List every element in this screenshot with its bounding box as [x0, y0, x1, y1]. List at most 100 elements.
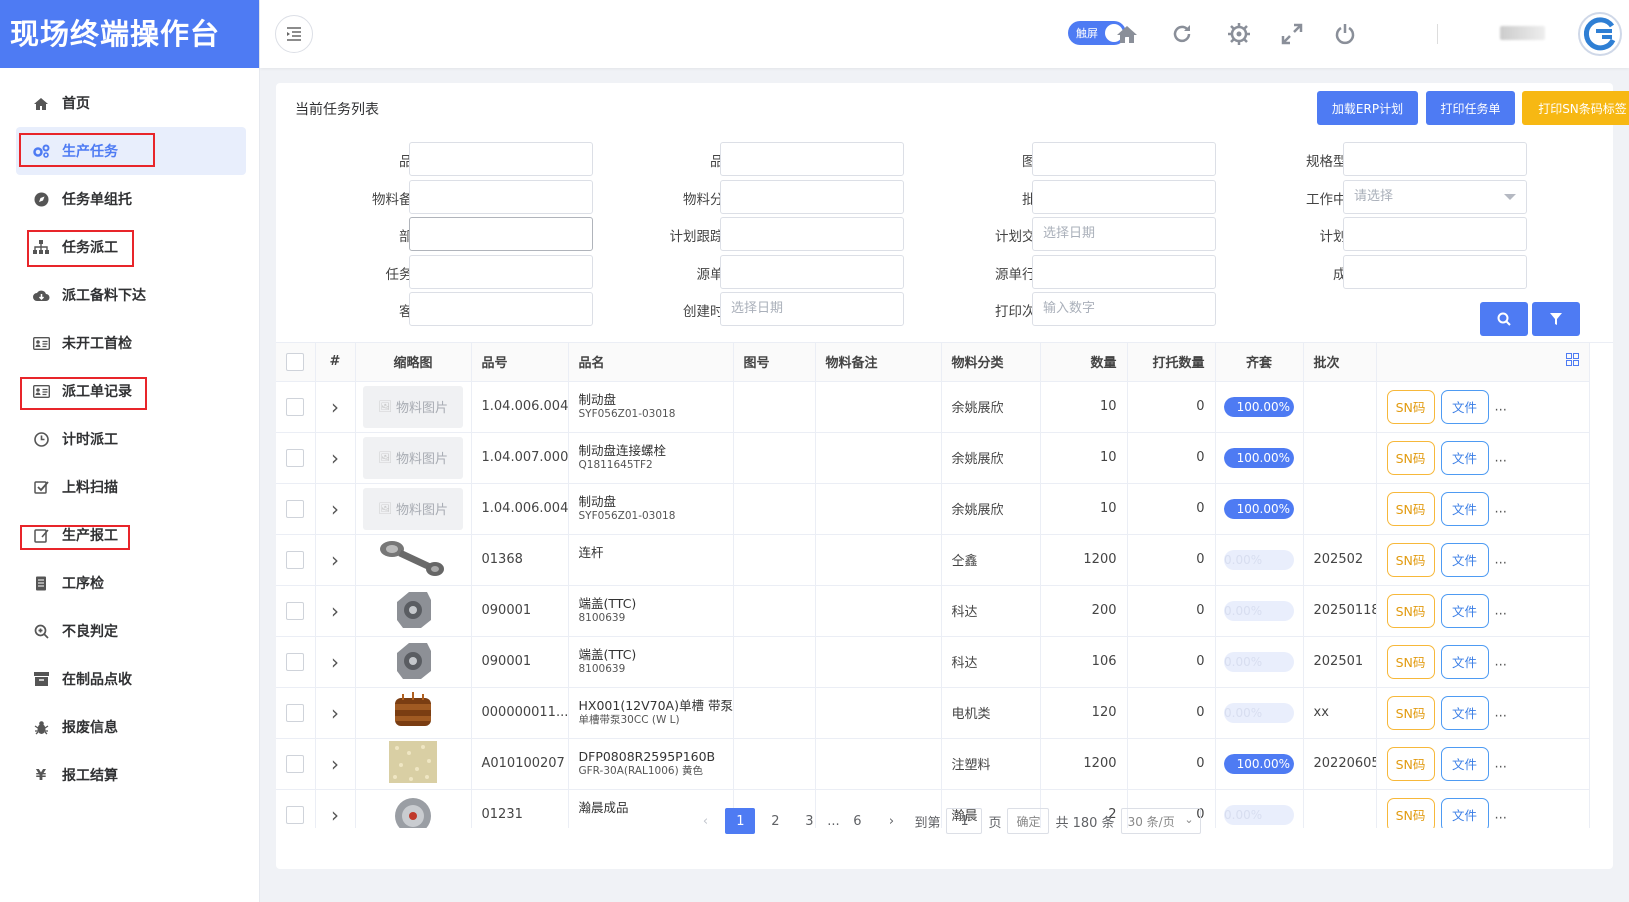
collapse-menu-button[interactable] — [275, 15, 313, 53]
work-center-select[interactable]: 请选择 — [1343, 180, 1527, 214]
plan-delivery-input[interactable]: 选择日期 — [1032, 217, 1216, 251]
sidebar-item[interactable]: ¥ 报工结算 — [16, 751, 246, 799]
file-button[interactable]: 文件 — [1440, 695, 1489, 730]
sn-code-button[interactable]: SN码 — [1386, 542, 1435, 577]
table-row[interactable]: › 090001 端盖(TTC) 8100639 科达 200 0 0.00% 20250118… — [276, 585, 1590, 637]
filter-button[interactable] — [1532, 302, 1580, 336]
more-actions[interactable]: ... — [1495, 705, 1507, 720]
table-row[interactable]: › 090001 端盖(TTC) 8100639 科达 106 0 0.00% 202501 SN… — [276, 636, 1590, 688]
row-checkbox[interactable] — [286, 601, 305, 620]
refresh-icon[interactable] — [1168, 20, 1196, 48]
file-button[interactable]: 文件 — [1440, 593, 1489, 628]
row-checkbox[interactable] — [286, 652, 305, 671]
material-class-input[interactable] — [720, 180, 904, 214]
print-sn-label-button[interactable]: 打印SN条码标签 — [1522, 91, 1629, 125]
chevron-right-icon[interactable]: › — [331, 446, 339, 470]
sidebar-item[interactable]: 派工备料下达 — [16, 271, 246, 319]
file-button[interactable]: 文件 — [1440, 746, 1489, 781]
sidebar-item[interactable]: 任务单组托 — [16, 175, 246, 223]
sidebar-item[interactable]: 上料扫描 — [16, 463, 246, 511]
plan-no-input[interactable] — [1343, 217, 1527, 251]
created-time-input[interactable]: 选择日期 — [720, 292, 904, 326]
sn-code-button[interactable]: SN码 — [1386, 593, 1435, 628]
plan-tracking-input[interactable] — [720, 217, 904, 251]
part-no-input[interactable] — [409, 142, 593, 176]
sn-code-button[interactable]: SN码 — [1386, 491, 1435, 526]
power-icon[interactable] — [1331, 20, 1359, 48]
load-erp-plan-button[interactable]: 加载ERP计划 — [1317, 91, 1418, 125]
department-input[interactable] — [409, 217, 593, 251]
source-line-input[interactable] — [1032, 255, 1216, 289]
more-actions[interactable]: ... — [1495, 399, 1507, 414]
sn-code-button[interactable]: SN码 — [1386, 440, 1435, 475]
row-checkbox[interactable] — [286, 703, 305, 722]
sidebar-item[interactable]: 首页 — [16, 79, 246, 127]
company-logo[interactable] — [1578, 12, 1622, 56]
more-actions[interactable]: ... — [1495, 552, 1507, 567]
table-row[interactable]: › 🖼 物料图片 1.04.006.0040 制动盘 SYF056Z01-03018 余姚展… — [276, 381, 1590, 433]
table-row[interactable]: › 🖼 物料图片 1.04.007.0004 制动盘连接螺栓 Q1811645TF2 余姚展… — [276, 432, 1590, 484]
page-number[interactable]: 3 — [795, 808, 823, 834]
batch-input[interactable] — [1032, 180, 1216, 214]
table-row[interactable]: › 🖼 物料图片 1.04.006.0040 制动盘 SYF056Z01-03018 余姚展… — [276, 483, 1590, 535]
fullscreen-icon[interactable] — [1278, 20, 1306, 48]
more-actions[interactable]: ... — [1495, 450, 1507, 465]
sidebar-item[interactable]: 生产报工 — [16, 511, 246, 559]
sidebar-item[interactable]: 报废信息 — [16, 703, 246, 751]
sidebar-item[interactable]: 计时派工 — [16, 415, 246, 463]
table-row[interactable]: › 01368 连杆 仝鑫 1200 0 0.00% 202502 SN码 文件... — [276, 534, 1590, 586]
sn-code-button[interactable]: SN码 — [1386, 389, 1435, 424]
goto-page-input[interactable]: 1 — [946, 808, 983, 834]
file-button[interactable]: 文件 — [1440, 491, 1489, 526]
chevron-right-icon[interactable]: › — [331, 701, 339, 725]
page-size-select[interactable]: 30 条/页 ⌄ — [1120, 808, 1201, 834]
print-count-input[interactable]: 输入数字 — [1032, 292, 1216, 326]
file-button[interactable]: 文件 — [1440, 440, 1489, 475]
more-actions[interactable]: ... — [1495, 756, 1507, 771]
sidebar-item[interactable]: 工序检 — [16, 559, 246, 607]
sn-code-button[interactable]: SN码 — [1386, 644, 1435, 679]
chevron-right-icon[interactable]: › — [331, 395, 339, 419]
chevron-right-icon[interactable]: › — [331, 497, 339, 521]
chevron-right-icon[interactable]: › — [331, 548, 339, 572]
file-button[interactable]: 文件 — [1440, 644, 1489, 679]
drawing-no-input[interactable] — [1032, 142, 1216, 176]
sidebar-item[interactable]: 派工单记录 — [16, 367, 246, 415]
home-icon[interactable] — [1113, 20, 1141, 48]
file-button[interactable]: 文件 — [1440, 542, 1489, 577]
material-note-input[interactable] — [409, 180, 593, 214]
sidebar-item[interactable]: 未开工首检 — [16, 319, 246, 367]
select-all-checkbox[interactable] — [286, 352, 305, 371]
page-number[interactable]: 1 — [725, 808, 756, 834]
source-no-input[interactable] — [720, 255, 904, 289]
page-number[interactable]: 2 — [761, 808, 789, 834]
row-checkbox[interactable] — [286, 448, 305, 467]
more-actions[interactable]: ... — [1495, 603, 1507, 618]
next-page-icon[interactable]: › — [877, 808, 905, 834]
row-checkbox[interactable] — [286, 550, 305, 569]
page-number[interactable]: 6 — [843, 808, 871, 834]
sidebar-item[interactable]: 不良判定 — [16, 607, 246, 655]
sidebar-item[interactable]: 在制品点收 — [16, 655, 246, 703]
row-checkbox[interactable] — [286, 754, 305, 773]
print-task-button[interactable]: 打印任务单 — [1426, 91, 1515, 125]
sidebar-item[interactable]: 任务派工 — [16, 223, 246, 271]
column-settings-icon[interactable] — [1565, 353, 1579, 367]
row-checkbox[interactable] — [286, 499, 305, 518]
sidebar-item[interactable]: 生产任务 — [16, 127, 246, 175]
chevron-right-icon[interactable]: › — [331, 752, 339, 776]
finished-input[interactable] — [1343, 255, 1527, 289]
task-no-input[interactable] — [409, 255, 593, 289]
goto-confirm-button[interactable]: 确定 — [1007, 808, 1050, 834]
part-name-input[interactable] — [720, 142, 904, 176]
spec-model-input[interactable] — [1343, 142, 1527, 176]
chevron-right-icon[interactable]: › — [331, 599, 339, 623]
customer-input[interactable] — [409, 292, 593, 326]
sn-code-button[interactable]: SN码 — [1386, 695, 1435, 730]
more-actions[interactable]: ... — [1495, 501, 1507, 516]
file-button[interactable]: 文件 — [1440, 389, 1489, 424]
user-name[interactable] — [1500, 26, 1545, 40]
chevron-right-icon[interactable]: › — [331, 650, 339, 674]
search-button[interactable] — [1480, 302, 1528, 336]
sn-code-button[interactable]: SN码 — [1386, 746, 1435, 781]
